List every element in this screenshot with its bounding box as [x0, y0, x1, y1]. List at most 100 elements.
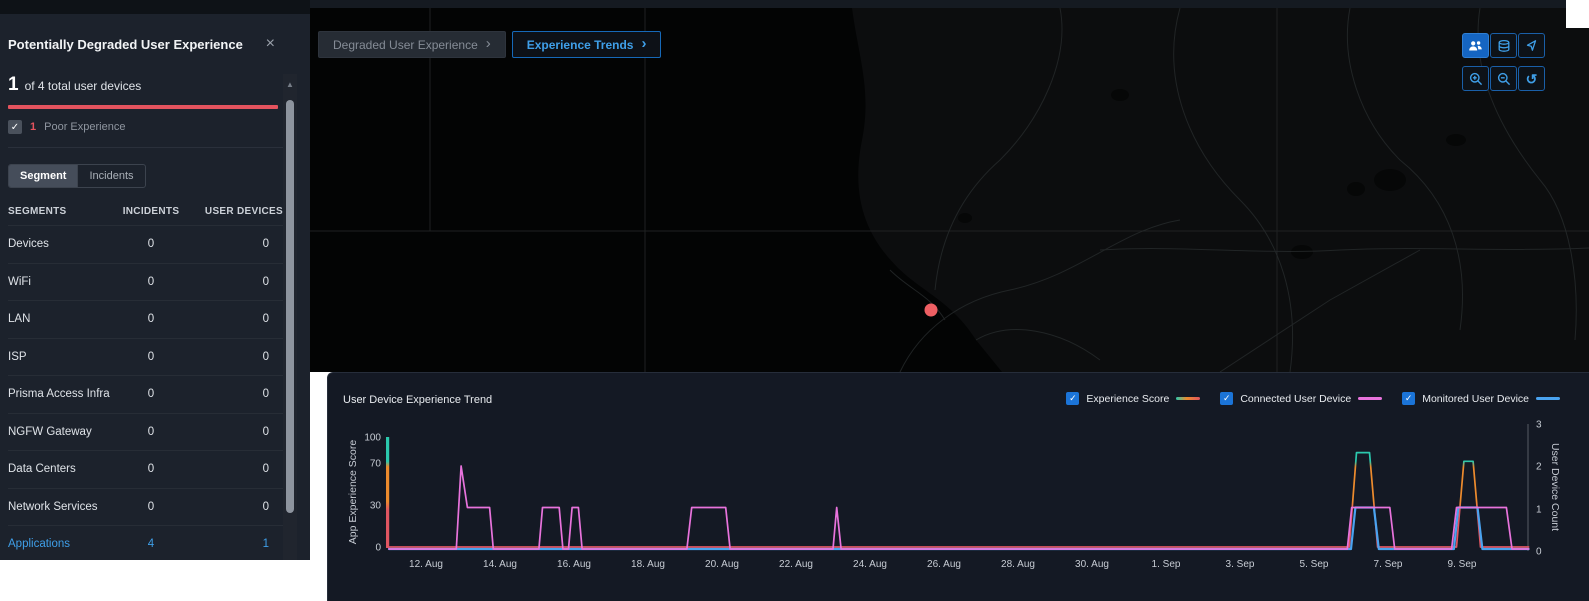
zoom-in-icon[interactable] [1462, 66, 1489, 91]
user-devices-value: 0 [187, 501, 283, 513]
right-axis-tick: 1 [1536, 505, 1542, 516]
chevron-right-icon: › [641, 36, 646, 51]
x-axis-tick: 9. Sep [1448, 559, 1477, 570]
table-row-isp[interactable]: ISP00 [8, 338, 283, 376]
divider [8, 147, 283, 148]
legend-checkbox[interactable]: ✓ [1402, 392, 1415, 405]
zoom-out-icon[interactable] [1490, 66, 1517, 91]
left-axis-tick: 70 [370, 459, 382, 470]
x-axis-tick: 16. Aug [557, 559, 591, 570]
segment-incidents-tabs: Segment Incidents [8, 164, 146, 188]
segment-label[interactable]: Applications [8, 538, 115, 550]
layers-icon[interactable] [1490, 33, 1517, 58]
tab-incidents[interactable]: Incidents [77, 165, 144, 187]
map-canvas[interactable] [310, 8, 1589, 372]
scroll-up-icon[interactable]: ▲ [283, 80, 297, 89]
incidents-value: 0 [115, 238, 187, 250]
x-axis-tick: 5. Sep [1300, 559, 1329, 570]
poor-experience-checkbox[interactable]: ✓ [8, 120, 22, 134]
poor-experience-bar [8, 105, 278, 109]
x-axis-tick: 1. Sep [1152, 559, 1181, 570]
table-row-lan[interactable]: LAN00 [8, 300, 283, 338]
incidents-value: 0 [115, 276, 187, 288]
experience-trends-button[interactable]: Experience Trends › [512, 31, 662, 58]
series-experience-score [389, 453, 1529, 547]
user-devices-value: 0 [187, 426, 283, 438]
table-row-devices[interactable]: Devices00 [8, 225, 283, 263]
segment-label: Devices [8, 238, 115, 250]
user-devices-value: 1 [187, 538, 283, 550]
legend-checkbox[interactable]: ✓ [1220, 392, 1233, 405]
experience-score-swatch [1176, 397, 1200, 400]
poor-experience-filter: ✓ 1 Poor Experience [8, 120, 283, 134]
reset-icon[interactable]: ↺ [1518, 66, 1545, 91]
legend-checkbox[interactable]: ✓ [1066, 392, 1079, 405]
trend-chart: 10070300321012. Aug14. Aug16. Aug18. Aug… [327, 372, 1589, 601]
segment-label: NGFW Gateway [8, 426, 115, 438]
segment-label: WiFi [8, 276, 115, 288]
panel-title: Potentially Degraded User Experience [8, 37, 243, 52]
chevron-right-icon: › [486, 36, 491, 51]
x-axis-tick: 3. Sep [1226, 559, 1255, 570]
x-axis-tick: 14. Aug [483, 559, 517, 570]
legend-connected-user-device: ✓ Connected User Device [1220, 392, 1382, 405]
scrollbar-thumb[interactable] [286, 100, 294, 513]
segment-label: Network Services [8, 501, 115, 513]
user-devices-value: 0 [187, 351, 283, 363]
legend-experience-score: ✓ Experience Score [1066, 392, 1200, 405]
close-icon[interactable]: × [262, 36, 279, 52]
chart-legend: ✓ Experience Score ✓ Connected User Devi… [1066, 392, 1560, 405]
incidents-value: 0 [115, 463, 187, 475]
user-devices-value: 0 [187, 313, 283, 325]
tab-segment[interactable]: Segment [9, 165, 77, 187]
map-marker[interactable] [925, 304, 938, 317]
table-row-wifi[interactable]: WiFi00 [8, 263, 283, 301]
scrollbar[interactable]: ▲ [283, 74, 297, 560]
filter-label: Poor Experience [44, 121, 125, 133]
incidents-value: 4 [115, 538, 187, 550]
x-axis-tick: 30. Aug [1075, 559, 1109, 570]
table-row-network-services[interactable]: Network Services00 [8, 488, 283, 526]
experience-trends-label: Experience Trends [527, 38, 634, 52]
incidents-value: 0 [115, 313, 187, 325]
x-axis-tick: 20. Aug [705, 559, 739, 570]
incidents-value: 0 [115, 351, 187, 363]
trend-chart-panel: 10070300321012. Aug14. Aug16. Aug18. Aug… [327, 372, 1589, 601]
monitored-user-device-swatch [1536, 397, 1560, 400]
connected-user-device-swatch [1358, 397, 1382, 400]
series-connected-user-device [389, 466, 1529, 549]
breadcrumb: Degraded User Experience › Experience Tr… [318, 31, 661, 58]
device-summary: 1 of 4 total user devices [8, 74, 283, 96]
summary-text: of 4 total user devices [25, 79, 142, 93]
right-axis-tick: 0 [1536, 547, 1542, 558]
left-chrome [0, 0, 310, 14]
x-axis-tick: 12. Aug [409, 559, 443, 570]
incidents-value: 0 [115, 501, 187, 513]
user-devices-value: 0 [187, 276, 283, 288]
right-axis-title: User Device Count [1549, 443, 1561, 531]
table-row-applications[interactable]: Applications41› [8, 525, 283, 563]
segments-table: Devices00WiFi00LAN00ISP00Prisma Access I… [8, 225, 283, 563]
user-devices-value: 0 [187, 463, 283, 475]
x-axis-tick: 18. Aug [631, 559, 665, 570]
left-axis-title: App Experience Score [347, 440, 359, 545]
segment-label: Data Centers [8, 463, 115, 475]
right-axis-tick: 2 [1536, 462, 1542, 473]
degraded-user-experience-label: Degraded User Experience [333, 38, 478, 52]
left-axis-tick: 100 [364, 433, 381, 444]
incidents-value: 0 [115, 388, 187, 400]
navigation-icon[interactable] [1518, 33, 1545, 58]
screen: Degraded User Experience › Experience Tr… [0, 0, 1589, 601]
x-axis-tick: 22. Aug [779, 559, 813, 570]
table-row-ngfw-gateway[interactable]: NGFW Gateway00 [8, 413, 283, 451]
header-incidents: INCIDENTS [115, 206, 187, 217]
users-icon[interactable] [1462, 33, 1489, 58]
segment-label: ISP [8, 351, 115, 363]
table-row-data-centers[interactable]: Data Centers00 [8, 450, 283, 488]
degraded-user-experience-button[interactable]: Degraded User Experience › [318, 31, 506, 58]
segment-label: Prisma Access Infra [8, 388, 115, 400]
table-row-prisma-access-infra[interactable]: Prisma Access Infra00 [8, 375, 283, 413]
map-controls: ↺ [1462, 33, 1545, 91]
filter-count: 1 [30, 121, 36, 133]
right-axis-tick: 3 [1536, 420, 1542, 431]
